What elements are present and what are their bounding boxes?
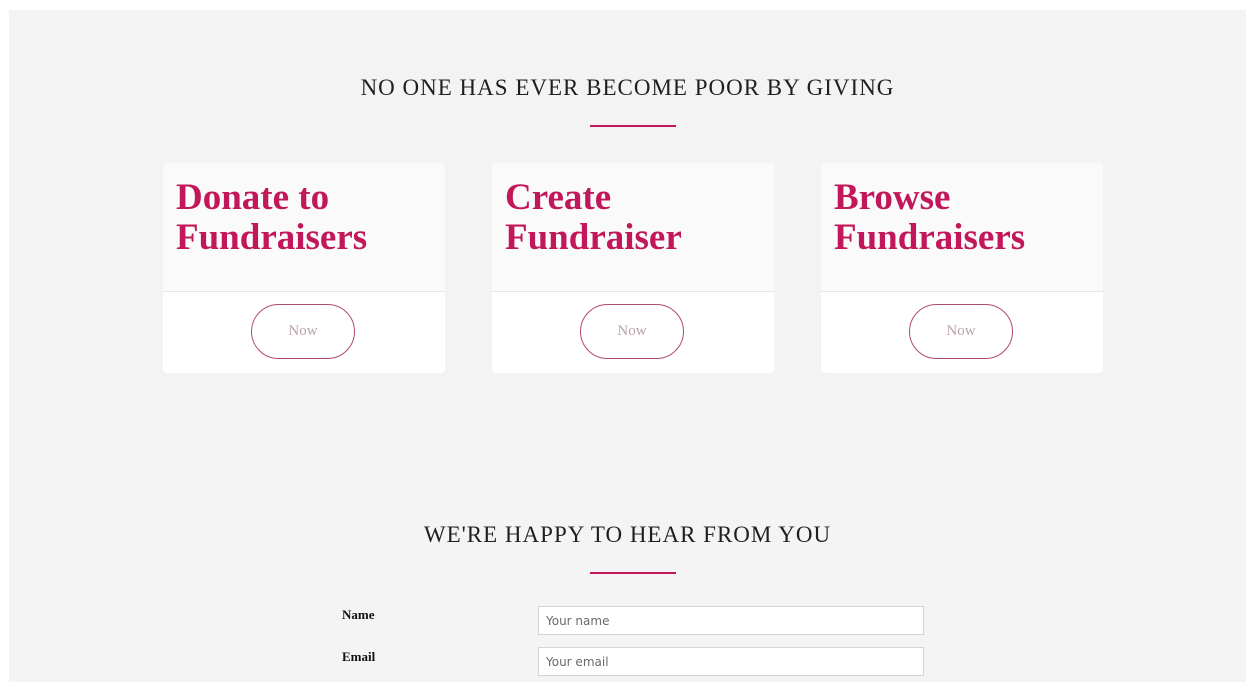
email-input[interactable] [538,647,924,676]
card-donate-title[interactable]: Donate to Fundraisers [176,178,441,258]
card-create-title[interactable]: Create Fundraiser [505,178,770,258]
contact-heading: WE'RE HAPPY TO HEAR FROM YOU [423,522,832,547]
card-create-header: Create Fundraiser [492,163,774,292]
donate-now-button[interactable]: Now [251,304,355,359]
giving-heading: NO ONE HAS EVER BECOME POOR BY GIVING [360,75,895,100]
name-label: Name [342,607,375,622]
page: NO ONE HAS EVER BECOME POOR BY GIVING Do… [0,0,1255,682]
card-create: Create Fundraiser Now [492,163,774,373]
name-input[interactable] [538,606,924,635]
browse-now-button[interactable]: Now [909,304,1013,359]
giving-section: NO ONE HAS EVER BECOME POOR BY GIVING Do… [9,10,1246,452]
contact-section: WE'RE HAPPY TO HEAR FROM YOU Name Email [9,452,1246,682]
card-browse-header: Browse Fundraisers [821,163,1103,292]
contact-heading-divider [590,572,676,574]
card-donate-header: Donate to Fundraisers [163,163,445,292]
giving-heading-divider [590,125,676,127]
card-browse: Browse Fundraisers Now [821,163,1103,373]
card-browse-title[interactable]: Browse Fundraisers [834,178,1099,258]
email-label: Email [342,649,376,664]
create-now-button[interactable]: Now [580,304,684,359]
card-donate: Donate to Fundraisers Now [163,163,445,373]
